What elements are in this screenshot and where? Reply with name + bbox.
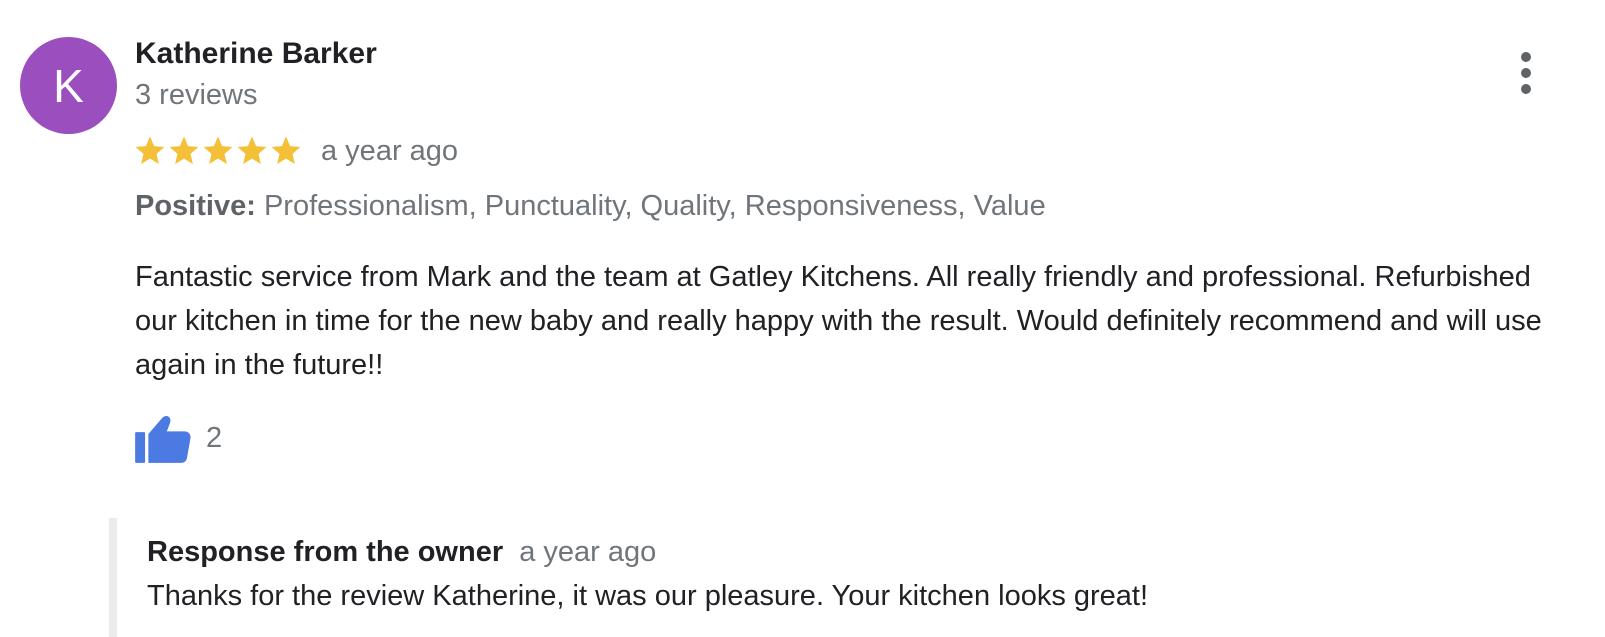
positive-values: Professionalism, Punctuality, Quality, R… (263, 190, 1046, 222)
owner-response-text: Thanks for the review Katherine, it was … (147, 580, 1149, 612)
thumbs-up-icon[interactable] (135, 412, 192, 464)
owner-response: Response from the owner a year ago Thank… (109, 518, 1569, 637)
avatar-letter: K (53, 59, 84, 112)
owner-response-title: Response from the owner (147, 536, 504, 568)
positive-attributes: Positive: Professionalism, Punctuality, … (135, 189, 1046, 223)
reviewer-name[interactable]: Katherine Barker (135, 37, 377, 71)
rating-row: a year ago (133, 132, 458, 170)
owner-response-header: Response from the owner a year ago (147, 535, 656, 569)
star-icon (169, 136, 199, 165)
review-text: Fantastic service from Mark and the team… (135, 261, 1542, 381)
more-vertical-icon-dot (1521, 68, 1531, 78)
review-count[interactable]: 3 reviews (135, 78, 258, 112)
star-rating (133, 134, 303, 168)
star-icon (135, 136, 165, 165)
like-count: 2 (206, 422, 223, 454)
owner-response-date: a year ago (519, 536, 657, 568)
like-row: 2 (135, 412, 222, 464)
star-icon (203, 136, 233, 165)
review-date: a year ago (321, 135, 459, 167)
more-vertical-icon (1521, 52, 1531, 62)
more-options-button[interactable] (1510, 50, 1542, 96)
star-icon (271, 136, 301, 165)
avatar[interactable]: K (20, 37, 117, 134)
star-icon (237, 136, 267, 165)
positive-label: Positive: (135, 190, 256, 222)
more-vertical-icon-dot (1521, 84, 1531, 94)
